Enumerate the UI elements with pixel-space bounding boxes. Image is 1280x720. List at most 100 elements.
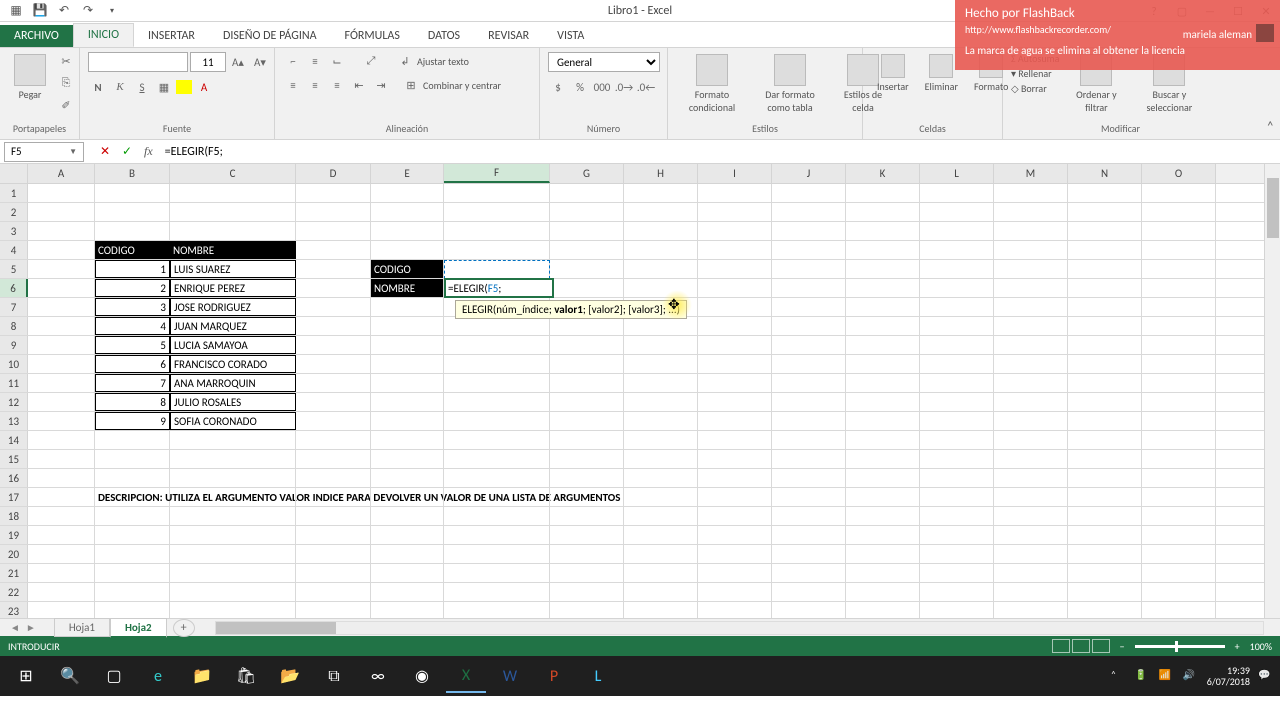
- cell[interactable]: [846, 526, 920, 544]
- cell[interactable]: [444, 336, 550, 354]
- font-family-select[interactable]: [88, 52, 188, 72]
- cell[interactable]: [772, 241, 846, 259]
- cell[interactable]: 5: [95, 336, 170, 354]
- cell[interactable]: [846, 374, 920, 392]
- cell[interactable]: [920, 298, 994, 316]
- fill-color-button[interactable]: [176, 80, 192, 94]
- view-page-break-icon[interactable]: [1092, 639, 1110, 653]
- row-header[interactable]: 13: [0, 412, 28, 430]
- cell[interactable]: [1142, 298, 1216, 316]
- cell[interactable]: [296, 431, 371, 449]
- cell[interactable]: [95, 450, 170, 468]
- cell[interactable]: [1142, 412, 1216, 430]
- search-button[interactable]: 🔍: [50, 659, 90, 693]
- cell[interactable]: [95, 602, 170, 618]
- cell[interactable]: [95, 431, 170, 449]
- cell[interactable]: LUCIA SAMAYOA: [170, 336, 296, 354]
- cell[interactable]: [698, 336, 772, 354]
- row-header[interactable]: 17: [0, 488, 28, 506]
- cell[interactable]: JOSE RODRIGUEZ: [170, 298, 296, 316]
- cell[interactable]: [698, 450, 772, 468]
- cell[interactable]: [28, 393, 95, 411]
- cell[interactable]: [296, 279, 371, 297]
- cell[interactable]: [624, 184, 698, 202]
- view-normal-icon[interactable]: [1052, 639, 1070, 653]
- tray-wifi-icon[interactable]: 📶: [1159, 668, 1175, 684]
- cell[interactable]: [698, 279, 772, 297]
- cell[interactable]: [170, 222, 296, 240]
- cell[interactable]: [296, 317, 371, 335]
- zoom-level[interactable]: 100%: [1250, 640, 1272, 653]
- cell[interactable]: [371, 241, 444, 259]
- cell[interactable]: [28, 374, 95, 392]
- cell[interactable]: [624, 564, 698, 582]
- cell[interactable]: [920, 469, 994, 487]
- cell[interactable]: [624, 526, 698, 544]
- cell[interactable]: [920, 393, 994, 411]
- vertical-scrollbar[interactable]: [1264, 164, 1280, 618]
- zoom-in-button[interactable]: +: [1235, 640, 1240, 653]
- row-header[interactable]: 20: [0, 545, 28, 563]
- cell[interactable]: 7: [95, 374, 170, 392]
- cell[interactable]: [296, 412, 371, 430]
- tab-file[interactable]: ARCHIVO: [0, 25, 73, 47]
- cell[interactable]: [28, 507, 95, 525]
- cell[interactable]: [296, 564, 371, 582]
- orientation-icon[interactable]: ⤢: [361, 52, 381, 70]
- align-bottom-icon[interactable]: ⌙: [327, 52, 347, 70]
- file-explorer-icon[interactable]: 📁: [182, 659, 222, 693]
- cell[interactable]: [994, 203, 1068, 221]
- cell[interactable]: [920, 222, 994, 240]
- cell[interactable]: [1068, 279, 1142, 297]
- cell[interactable]: [772, 222, 846, 240]
- tab-formulas[interactable]: FÓRMULAS: [331, 25, 414, 47]
- cell[interactable]: [444, 450, 550, 468]
- cell[interactable]: [1142, 279, 1216, 297]
- cell[interactable]: [296, 298, 371, 316]
- cell[interactable]: [994, 298, 1068, 316]
- cell[interactable]: [846, 355, 920, 373]
- tab-datos[interactable]: DATOS: [414, 25, 474, 47]
- cell[interactable]: [550, 469, 624, 487]
- excel-taskbar-icon[interactable]: X: [446, 659, 486, 693]
- cell[interactable]: [698, 602, 772, 618]
- col-A[interactable]: A: [28, 164, 95, 183]
- cell[interactable]: [994, 602, 1068, 618]
- cell[interactable]: [772, 564, 846, 582]
- cell[interactable]: [550, 602, 624, 618]
- row-header[interactable]: 11: [0, 374, 28, 392]
- cell[interactable]: [28, 298, 95, 316]
- wrap-icon[interactable]: ↲: [395, 52, 415, 70]
- cell[interactable]: [371, 317, 444, 335]
- notifications-icon[interactable]: 💬: [1258, 668, 1274, 684]
- cell[interactable]: [296, 526, 371, 544]
- cell[interactable]: [95, 469, 170, 487]
- percent-icon[interactable]: %: [570, 78, 590, 96]
- cell[interactable]: [550, 355, 624, 373]
- cell[interactable]: [1142, 355, 1216, 373]
- cell[interactable]: [1142, 469, 1216, 487]
- cell[interactable]: [28, 241, 95, 259]
- cell[interactable]: [624, 450, 698, 468]
- cell[interactable]: [994, 545, 1068, 563]
- cell[interactable]: [698, 545, 772, 563]
- name-box[interactable]: F5 ▼: [4, 142, 84, 162]
- cell[interactable]: [772, 336, 846, 354]
- tray-battery-icon[interactable]: 🔋: [1135, 668, 1151, 684]
- cell[interactable]: [698, 355, 772, 373]
- cell[interactable]: [994, 355, 1068, 373]
- cell[interactable]: [296, 374, 371, 392]
- cell[interactable]: [95, 545, 170, 563]
- cell[interactable]: [994, 260, 1068, 278]
- app-icon-1[interactable]: 📂: [270, 659, 310, 693]
- increase-font-icon[interactable]: A▴: [228, 53, 248, 71]
- cell[interactable]: [371, 336, 444, 354]
- cell[interactable]: [296, 488, 371, 506]
- cell[interactable]: [371, 564, 444, 582]
- cell[interactable]: [846, 602, 920, 618]
- cell[interactable]: [296, 222, 371, 240]
- cell[interactable]: [371, 469, 444, 487]
- cell[interactable]: [371, 374, 444, 392]
- cell[interactable]: [624, 374, 698, 392]
- cell[interactable]: [371, 431, 444, 449]
